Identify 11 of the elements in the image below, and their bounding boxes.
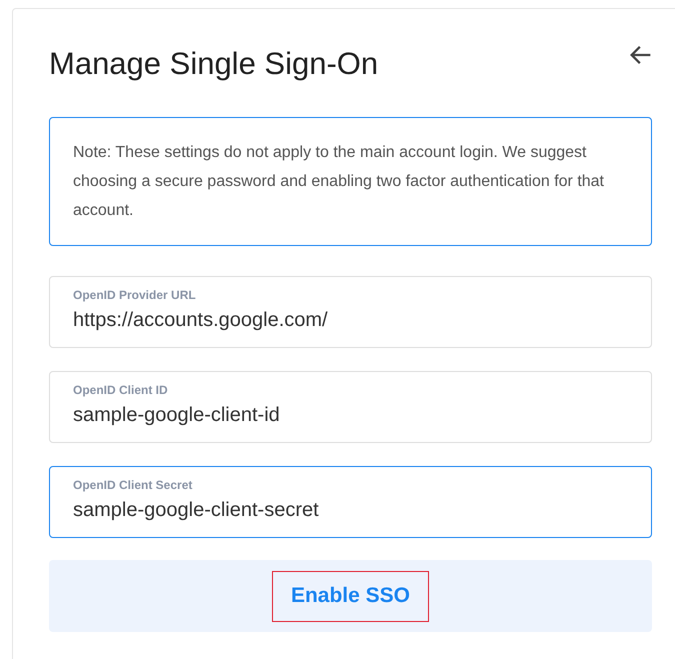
field-value: https://accounts.google.com/: [73, 308, 329, 333]
input-field[interactable]: OpenID Provider URL https://accounts.google.com/: [49, 276, 652, 348]
field-label: OpenID Client Secret: [73, 477, 194, 493]
input-field[interactable]: OpenID Client Secret sample-google-client-secret: [49, 466, 652, 538]
input-field[interactable]: OpenID Client ID sample-google-client-id: [49, 371, 652, 443]
page-title: Manage Single Sign-On: [49, 45, 378, 83]
note-box: Note: These settings do not apply to the main account login. We suggest choosing a secure password and enabling two factor authentication for that account.: [49, 117, 652, 246]
field-label: OpenID Client ID: [73, 382, 169, 398]
field-value: sample-google-client-id: [73, 403, 281, 428]
field-value: sample-google-client-secret: [73, 498, 320, 523]
field-label: OpenID Provider URL: [73, 287, 197, 303]
